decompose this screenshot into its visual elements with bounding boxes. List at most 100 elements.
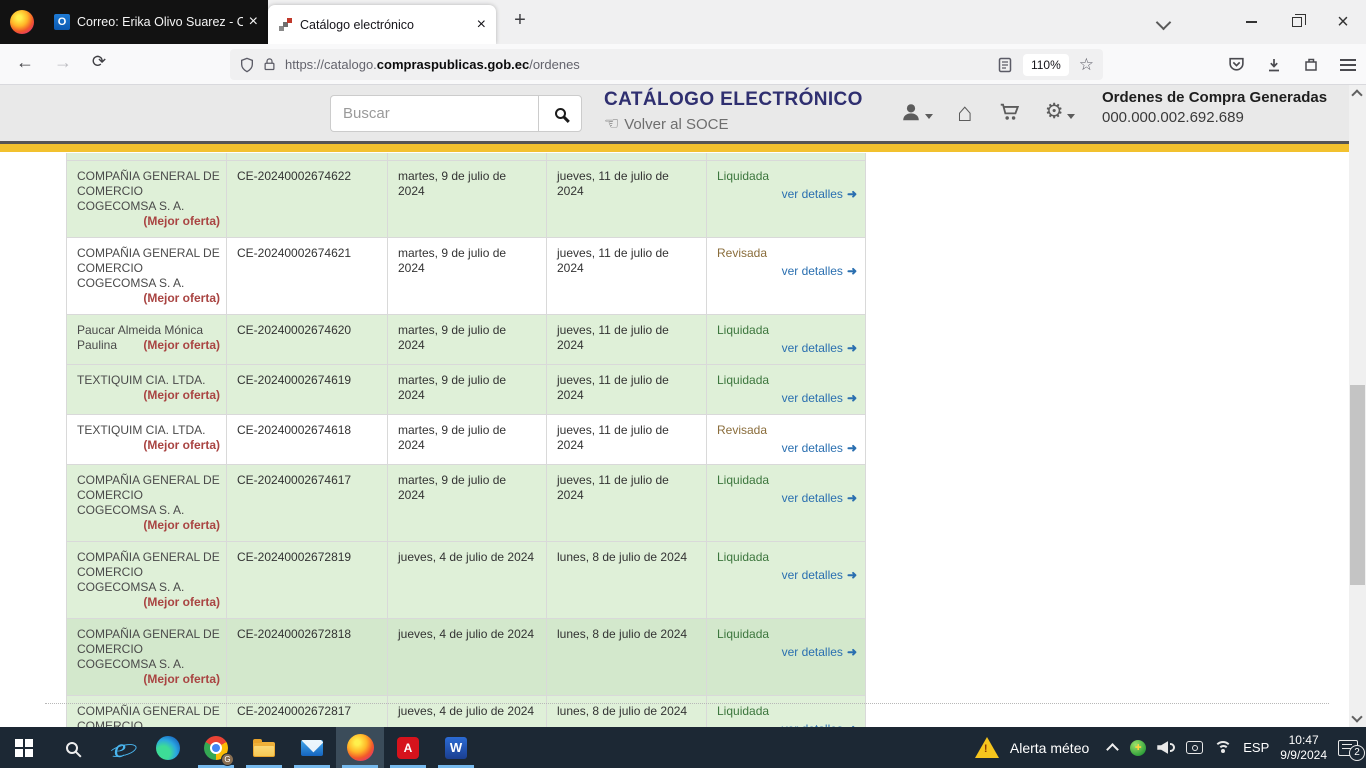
scroll-down-icon[interactable]	[1351, 711, 1362, 722]
company-name: COMPAÑIA GENERAL DE COMERCIO COGECOMSA S…	[77, 550, 220, 594]
order-number: CE-20240002674622	[227, 161, 388, 237]
company-cell: TEXTIQUIM CIA. LTDA. (Mejor oferta)	[67, 365, 227, 414]
taskbar-chrome-button[interactable]: G	[192, 727, 240, 768]
best-offer-label: (Mejor oferta)	[143, 291, 220, 306]
display-cast-icon[interactable]	[1186, 741, 1203, 754]
home-button[interactable]: ⌂	[957, 101, 973, 123]
cart-button[interactable]	[997, 101, 1021, 123]
taskbar: e G A W ! Alerta méteo ESP 10:47 9/9/202…	[0, 727, 1366, 768]
scroll-up-icon[interactable]	[1351, 89, 1362, 100]
forward-button[interactable]: →	[50, 52, 76, 73]
lock-icon[interactable]	[262, 57, 277, 72]
taskbar-word-button[interactable]: W	[432, 727, 480, 768]
volume-icon[interactable]	[1157, 741, 1175, 754]
taskbar-clock[interactable]: 10:47 9/9/2024	[1280, 733, 1327, 763]
details-link[interactable]: ver detalles➜	[717, 187, 857, 202]
best-offer-label: (Mejor oferta)	[143, 672, 220, 687]
notification-badge: 2	[1349, 745, 1365, 761]
url-bar[interactable]: https://catalogo.compraspublicas.gob.ec/…	[230, 49, 1103, 80]
firefox-logo-icon[interactable]	[10, 10, 34, 34]
status-cell: Revisada ver detalles➜	[707, 415, 867, 464]
details-link-label: ver detalles	[782, 645, 843, 659]
reader-view-icon[interactable]	[997, 57, 1013, 73]
shield-icon[interactable]	[239, 57, 255, 73]
taskbar-search-button[interactable]	[48, 727, 96, 768]
caret-down-icon	[1067, 114, 1075, 119]
start-button[interactable]	[0, 727, 48, 768]
gear-icon: ⚙	[1045, 101, 1064, 123]
status-badge: Revisada	[717, 423, 857, 438]
details-link[interactable]: ver detalles➜	[717, 645, 857, 660]
taskbar-firefox-button[interactable]	[336, 727, 384, 768]
extensions-icon[interactable]	[1303, 57, 1319, 73]
close-window-button[interactable]: ×	[1320, 0, 1366, 44]
minimize-button[interactable]	[1228, 0, 1274, 44]
wifi-icon[interactable]	[1214, 741, 1232, 754]
order-number: CE-20240002672819	[227, 542, 388, 618]
taskbar-mail-button[interactable]	[288, 727, 336, 768]
search-input[interactable]	[330, 95, 538, 132]
details-link-label: ver detalles	[782, 391, 843, 405]
taskbar-acrobat-button[interactable]: A	[384, 727, 432, 768]
language-indicator[interactable]: ESP	[1243, 740, 1269, 755]
search-group	[330, 95, 582, 132]
antivirus-tray-icon[interactable]	[1130, 740, 1146, 756]
arrow-right-icon: ➜	[847, 187, 857, 201]
user-icon	[900, 101, 922, 123]
order-number: CE-20240002674618	[227, 415, 388, 464]
user-menu-button[interactable]	[900, 101, 933, 123]
new-tab-button[interactable]: +	[507, 9, 533, 32]
close-tab-icon[interactable]: ×	[249, 14, 258, 30]
browser-tab-strip: O Correo: Erika Olivo Suarez - Out × Cat…	[0, 0, 1366, 44]
arrow-right-icon: ➜	[847, 491, 857, 505]
best-offer-label: (Mejor oferta)	[143, 214, 220, 229]
weather-alert-icon[interactable]: !	[975, 737, 999, 758]
settings-menu-button[interactable]: ⚙	[1045, 101, 1075, 123]
scrollbar-thumb[interactable]	[1350, 385, 1365, 585]
details-link-label: ver detalles	[782, 491, 843, 505]
page-title: CATÁLOGO ELECTRÓNICO	[604, 89, 863, 111]
list-all-tabs-icon[interactable]	[1156, 15, 1172, 31]
company-name: COMPAÑIA GENERAL DE COMERCIO COGECOMSA S…	[77, 246, 220, 290]
details-link[interactable]: ver detalles➜	[717, 441, 857, 456]
status-cell: Liquidada ver detalles➜	[707, 161, 867, 237]
notification-center-icon[interactable]: 2	[1338, 740, 1358, 756]
details-link[interactable]: ver detalles➜	[717, 264, 857, 279]
company-cell: TEXTIQUIM CIA. LTDA. (Mejor oferta)	[67, 415, 227, 464]
search-icon	[555, 108, 566, 119]
close-tab-icon[interactable]: ×	[477, 17, 486, 33]
back-to-soce-link[interactable]: ☜ Volver al SOCE	[604, 114, 863, 134]
weather-alert-label[interactable]: Alerta méteo	[1010, 740, 1089, 756]
taskbar-ie-button[interactable]: e	[96, 727, 144, 768]
issue-date: martes, 9 de julio de 2024	[388, 161, 547, 237]
orders-generated-label: Ordenes de Compra Generadas	[1102, 89, 1327, 106]
internet-explorer-icon: e	[114, 736, 126, 760]
table-row: COMPAÑIA GENERAL DE COMERCIO COGECOMSA S…	[67, 619, 865, 696]
pocket-icon[interactable]	[1228, 56, 1245, 73]
site-header: CATÁLOGO ELECTRÓNICO ☜ Volver al SOCE ⌂ …	[0, 85, 1366, 152]
details-link[interactable]: ver detalles ➜	[717, 491, 857, 506]
issue-date: martes, 9 de julio de 2024	[388, 315, 547, 364]
details-link[interactable]: ver detalles➜	[717, 341, 857, 356]
menu-icon[interactable]	[1340, 59, 1356, 71]
tray-expand-icon[interactable]	[1106, 743, 1119, 756]
tab-correo[interactable]: O Correo: Erika Olivo Suarez - Out ×	[48, 6, 264, 38]
url-text: https://catalogo.compraspublicas.gob.ec/…	[285, 57, 580, 72]
screen: O Correo: Erika Olivo Suarez - Out × Cat…	[0, 0, 1366, 768]
search-button[interactable]	[538, 95, 582, 132]
tab-catalogo[interactable]: Catálogo electrónico ×	[268, 5, 496, 44]
reload-button[interactable]: ⟳	[86, 52, 112, 72]
issue-date: martes, 9 de julio de 2024	[388, 415, 547, 464]
arrow-right-icon: ➜	[847, 441, 857, 455]
details-link[interactable]: ver detalles➜	[717, 391, 857, 406]
page-scrollbar[interactable]	[1349, 85, 1366, 727]
taskbar-explorer-button[interactable]	[240, 727, 288, 768]
back-button[interactable]: ←	[12, 52, 38, 73]
zoom-level-button[interactable]: 110%	[1023, 54, 1069, 76]
issue-date: martes, 9 de julio de 2024	[388, 365, 547, 414]
taskbar-edge-button[interactable]	[144, 727, 192, 768]
restore-button[interactable]	[1274, 0, 1320, 44]
downloads-icon[interactable]	[1266, 57, 1282, 73]
details-link[interactable]: ver detalles➜	[717, 568, 857, 583]
bookmark-star-icon[interactable]: ☆	[1079, 55, 1094, 75]
